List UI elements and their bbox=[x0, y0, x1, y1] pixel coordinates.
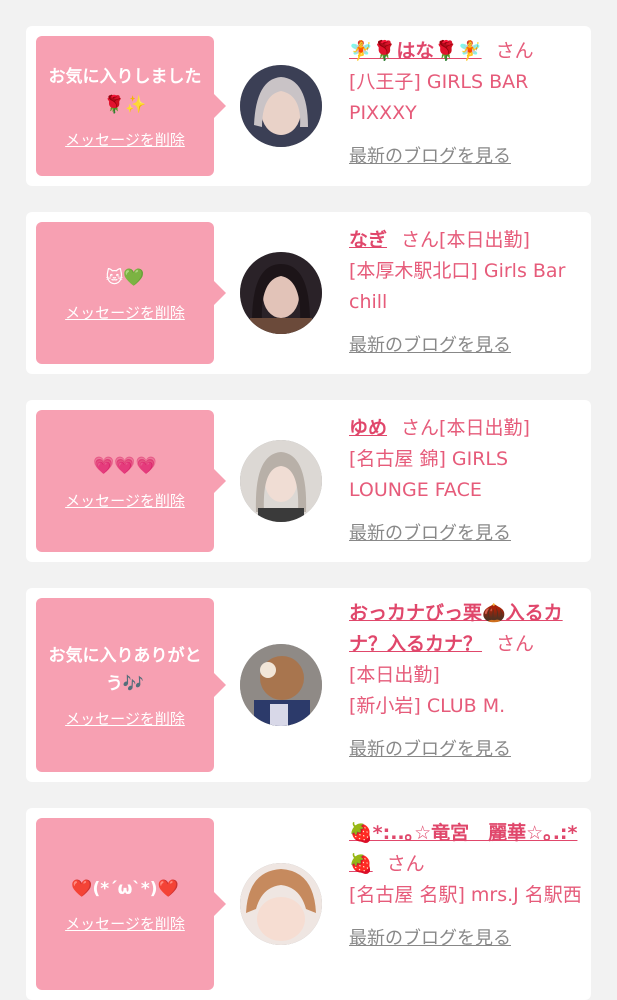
work-status: [本日出勤] bbox=[439, 417, 530, 439]
work-status: [本日出勤] bbox=[349, 664, 440, 686]
message-text: お気に入りありがとう🎶 bbox=[48, 645, 202, 694]
favorite-card: ❤️(*´ω`*)❤️ メッセージを削除 🍓*:..｡☆竜宮 麗華☆｡.:*🍓 さ… bbox=[26, 808, 591, 1000]
cast-name-link[interactable]: なぎ bbox=[349, 229, 387, 251]
favorite-card: お気に入りしました🌹✨ メッセージを削除 🧚🌹はな🌹🧚 さん [八王子] GIRL… bbox=[26, 26, 591, 186]
shop-name: [新小岩] CLUB M. bbox=[349, 695, 506, 717]
honorific: さん bbox=[496, 633, 535, 655]
delete-message-link[interactable]: メッセージを削除 bbox=[65, 708, 185, 729]
honorific: さん bbox=[401, 229, 440, 251]
delete-message-link[interactable]: メッセージを削除 bbox=[65, 913, 185, 934]
avatar[interactable] bbox=[240, 440, 322, 522]
cast-name-link[interactable]: 🍓*:..｡☆竜宮 麗華☆｡.:*🍓 bbox=[349, 822, 577, 875]
blog-link[interactable]: 最新のブログを見る bbox=[349, 734, 585, 765]
message-bubble: 💗💗💗 メッセージを削除 bbox=[36, 410, 226, 552]
cast-info: ゆめ さん[本日出勤] [名古屋 錦] GIRLS LOUNGE FACE 最新の… bbox=[349, 413, 585, 549]
shop-name: [名古屋 名駅] mrs.J 名駅西 bbox=[349, 884, 582, 906]
cast-name-link[interactable]: 🧚🌹はな🌹🧚 bbox=[349, 40, 482, 62]
delete-message-link[interactable]: メッセージを削除 bbox=[65, 490, 185, 511]
avatar[interactable] bbox=[240, 644, 322, 726]
cast-info: おっカナびっ栗🌰入るカナ？入るカナ？ さん [本日出勤] [新小岩] CLUB M… bbox=[349, 598, 585, 765]
cast-info: 🍓*:..｡☆竜宮 麗華☆｡.:*🍓 さん [名古屋 名駅] mrs.J 名駅西 … bbox=[349, 818, 585, 954]
honorific: さん bbox=[386, 853, 425, 875]
message-text: 🐱💚 bbox=[105, 267, 145, 288]
message-bubble: 🐱💚 メッセージを削除 bbox=[36, 222, 226, 364]
avatar[interactable] bbox=[240, 863, 322, 945]
shop-name: [八王子] GIRLS BAR PIXXXY bbox=[349, 71, 529, 124]
message-text: ❤️(*´ω`*)❤️ bbox=[71, 878, 179, 899]
cast-name-link[interactable]: ゆめ bbox=[349, 417, 387, 439]
delete-message-link[interactable]: メッセージを削除 bbox=[65, 302, 185, 323]
blog-link[interactable]: 最新のブログを見る bbox=[349, 923, 585, 954]
honorific: さん bbox=[495, 40, 534, 62]
message-bubble: お気に入りしました🌹✨ メッセージを削除 bbox=[36, 36, 226, 176]
favorite-card: お気に入りありがとう🎶 メッセージを削除 おっカナびっ栗🌰入るカナ？入るカナ？さ… bbox=[26, 588, 591, 782]
message-text: 💗💗💗 bbox=[93, 455, 157, 476]
blog-link[interactable]: 最新のブログを見る bbox=[349, 518, 585, 549]
avatar[interactable] bbox=[240, 65, 322, 147]
favorite-card: 💗💗💗 メッセージを削除 ゆめ さん[本日出勤] [名古屋 錦] GIRLS LO… bbox=[26, 400, 591, 562]
blog-link[interactable]: 最新のブログを見る bbox=[349, 141, 585, 172]
message-bubble: ❤️(*´ω`*)❤️ メッセージを削除 bbox=[36, 818, 226, 990]
cast-info: 🧚🌹はな🌹🧚 さん [八王子] GIRLS BAR PIXXXY 最新のブログを見… bbox=[349, 36, 585, 172]
shop-name: [名古屋 錦] GIRLS LOUNGE FACE bbox=[349, 448, 509, 501]
delete-message-link[interactable]: メッセージを削除 bbox=[65, 129, 185, 150]
cast-info: なぎ さん[本日出勤] [本厚木駅北口] Girls Bar chill 最新のブ… bbox=[349, 225, 585, 361]
honorific: さん bbox=[401, 417, 440, 439]
message-bubble: お気に入りありがとう🎶 メッセージを削除 bbox=[36, 598, 226, 772]
shop-name: [本厚木駅北口] Girls Bar chill bbox=[349, 260, 566, 313]
avatar[interactable] bbox=[240, 252, 322, 334]
work-status: [本日出勤] bbox=[439, 229, 530, 251]
message-text: お気に入りしました🌹✨ bbox=[48, 66, 202, 115]
favorite-card: 🐱💚 メッセージを削除 なぎ さん[本日出勤] [本厚木駅北口] Girls Ba… bbox=[26, 212, 591, 374]
blog-link[interactable]: 最新のブログを見る bbox=[349, 330, 585, 361]
